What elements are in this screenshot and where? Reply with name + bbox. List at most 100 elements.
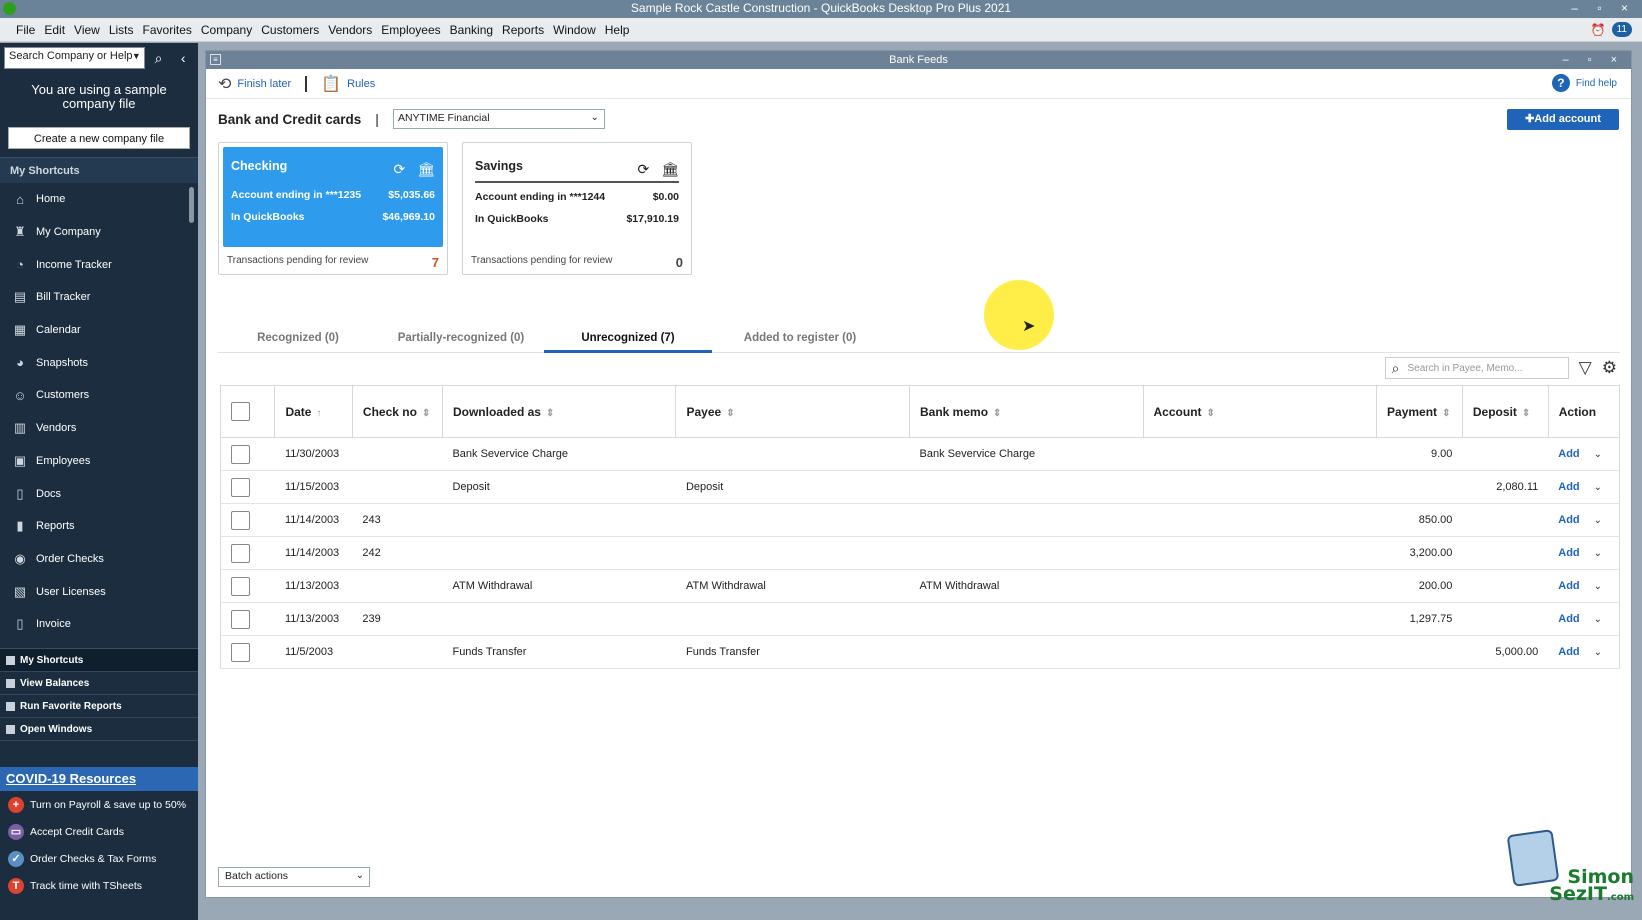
sidebar-link-favorite-reports[interactable]: Run Favorite Reports: [0, 695, 198, 718]
column-account[interactable]: Account ⇕: [1142, 385, 1378, 438]
menu-employees[interactable]: Employees: [381, 23, 440, 37]
column-payee[interactable]: Payee ⇕: [675, 385, 910, 438]
sidebar-item-income-tracker[interactable]: ◔ Income Tracker: [0, 248, 198, 281]
row-checkbox[interactable]: [231, 510, 250, 530]
account-card-savings[interactable]: Savings ⟳ 🏛 Account ending in ***1244 $0…: [462, 142, 692, 275]
column-bank-memo[interactable]: Bank memo ⇕: [909, 385, 1144, 438]
find-help-link[interactable]: ? Find help: [1551, 74, 1617, 92]
add-link[interactable]: Add: [1558, 613, 1579, 625]
promo-payroll[interactable]: + Turn on Payroll & save up to 50%: [0, 791, 198, 818]
alarm-clock-icon[interactable]: ⏰: [1591, 23, 1606, 37]
menu-reports[interactable]: Reports: [502, 23, 544, 37]
add-account-button[interactable]: ✚Add account: [1507, 109, 1619, 130]
shortcuts-scrollbar[interactable]: [189, 187, 194, 223]
cell-account[interactable]: [1143, 536, 1377, 570]
chevron-down-icon[interactable]: ⌄: [1594, 614, 1602, 625]
company-search-input[interactable]: Search Company or Help ▼: [4, 47, 145, 69]
tab-partially-recognized[interactable]: Partially-recognized (0): [378, 327, 544, 353]
cell-payee[interactable]: Funds Transfer: [675, 635, 910, 669]
menu-vendors[interactable]: Vendors: [328, 23, 372, 37]
add-link[interactable]: Add: [1558, 580, 1579, 592]
row-checkbox[interactable]: [231, 477, 250, 497]
sidebar-item-snapshots[interactable]: ◕ Snapshots: [0, 346, 198, 379]
chevron-down-icon[interactable]: ⌄: [1594, 548, 1602, 559]
batch-actions-select[interactable]: Batch actions ⌄: [218, 867, 370, 887]
menu-company[interactable]: Company: [201, 23, 252, 37]
sidebar-item-calendar[interactable]: ▦ Calendar: [0, 314, 198, 347]
chevron-down-icon[interactable]: ⌄: [1594, 581, 1602, 592]
cell-payee[interactable]: ATM Withdrawal: [675, 569, 910, 603]
menu-view[interactable]: View: [74, 23, 100, 37]
bank-icon[interactable]: 🏛: [417, 161, 435, 178]
sidebar-item-docs[interactable]: ▯ Docs: [0, 477, 198, 510]
add-link[interactable]: Add: [1558, 547, 1579, 559]
account-card-checking[interactable]: Checking ⟳ 🏛 Account ending in ***1235 $…: [218, 142, 448, 275]
sidebar-item-vendors[interactable]: ▥ Vendors: [0, 412, 198, 445]
bank-icon[interactable]: 🏛: [661, 161, 679, 178]
promo-tsheets[interactable]: T Track time with TSheets: [0, 872, 198, 899]
row-checkbox[interactable]: [231, 642, 250, 662]
column-payment[interactable]: Payment ⇕: [1376, 385, 1463, 438]
tab-unrecognized[interactable]: Unrecognized (7): [544, 327, 712, 353]
search-icon[interactable]: ⌕: [148, 47, 170, 69]
sidebar-link-my-shortcuts[interactable]: My Shortcuts: [0, 649, 198, 672]
cell-payee[interactable]: Deposit: [675, 470, 910, 504]
column-date[interactable]: Date ↑: [274, 385, 353, 438]
add-link[interactable]: Add: [1558, 646, 1579, 658]
table-row[interactable]: 11/13/2003 239 1,297.75 Add ⌄: [219, 602, 1621, 636]
cell-account[interactable]: [1143, 569, 1377, 603]
sidebar-link-view-balances[interactable]: View Balances: [0, 672, 198, 695]
table-row[interactable]: 11/14/2003 243 850.00 Add ⌄: [219, 503, 1621, 537]
table-row[interactable]: 11/15/2003 Deposit Deposit 2,080.11 Add ⌄: [219, 470, 1621, 504]
row-checkbox[interactable]: [231, 444, 250, 464]
table-row[interactable]: 11/5/2003 Funds Transfer Funds Transfer …: [219, 635, 1621, 669]
bank-feeds-window-controls[interactable]: – ▫ ×: [1562, 51, 1625, 69]
chevron-down-icon[interactable]: ⌄: [1594, 647, 1602, 658]
sidebar-item-home[interactable]: ⌂ Home: [0, 183, 198, 216]
chevron-down-icon[interactable]: ⌄: [1594, 449, 1602, 460]
chevron-down-icon[interactable]: ⌄: [1594, 482, 1602, 493]
tab-recognized[interactable]: Recognized (0): [218, 327, 378, 353]
create-company-button[interactable]: Create a new company file: [8, 127, 190, 149]
promo-order-checks[interactable]: ✓ Order Checks & Tax Forms: [0, 845, 198, 872]
column-deposit[interactable]: Deposit ⇕: [1461, 385, 1549, 438]
cell-account[interactable]: [1143, 602, 1377, 636]
tab-added-to-register[interactable]: Added to register (0): [712, 327, 888, 353]
promo-credit-cards[interactable]: ▭ Accept Credit Cards: [0, 818, 198, 845]
add-link[interactable]: Add: [1558, 448, 1579, 460]
cell-payee[interactable]: [675, 437, 910, 471]
cell-payee[interactable]: [675, 602, 910, 636]
cell-account[interactable]: [1143, 470, 1377, 504]
sidebar-item-bill-tracker[interactable]: ▤ Bill Tracker: [0, 281, 198, 314]
menu-favorites[interactable]: Favorites: [143, 23, 192, 37]
menu-customers[interactable]: Customers: [261, 23, 319, 37]
sidebar-item-customers[interactable]: ☺ Customers: [0, 379, 198, 412]
sidebar-item-invoice[interactable]: ▯ Invoice: [0, 608, 198, 641]
cell-payee[interactable]: [675, 536, 910, 570]
column-downloaded-as[interactable]: Downloaded as ⇕: [441, 385, 677, 438]
sidebar-item-order-checks[interactable]: ◉ Order Checks: [0, 543, 198, 576]
menu-edit[interactable]: Edit: [44, 23, 65, 37]
add-link[interactable]: Add: [1558, 481, 1579, 493]
chevron-down-icon[interactable]: ⌄: [1594, 515, 1602, 526]
finish-later-button[interactable]: ⟲ Finish later: [218, 74, 291, 94]
window-menu-icon[interactable]: ≡: [210, 54, 221, 65]
sidebar-item-reports[interactable]: ▮ Reports: [0, 510, 198, 543]
window-controls[interactable]: – ▫ ×: [1571, 0, 1636, 17]
table-row[interactable]: 11/30/2003 Bank Severvice Charge Bank Se…: [219, 437, 1621, 471]
rules-button[interactable]: 📋 Rules: [321, 74, 375, 94]
transaction-search-input[interactable]: ⌕ Search in Payee, Memo...: [1384, 357, 1569, 379]
chevron-down-icon[interactable]: ▼: [132, 51, 141, 61]
filter-icon[interactable]: ▽: [1579, 358, 1592, 378]
notification-badge[interactable]: 11: [1611, 22, 1632, 37]
sidebar-link-open-windows[interactable]: Open Windows: [0, 718, 198, 741]
row-checkbox[interactable]: [231, 543, 250, 563]
menu-lists[interactable]: Lists: [109, 23, 134, 37]
menu-banking[interactable]: Banking: [450, 23, 493, 37]
select-all-checkbox[interactable]: [231, 402, 250, 421]
add-link[interactable]: Add: [1558, 514, 1579, 526]
menu-window[interactable]: Window: [553, 23, 596, 37]
table-row[interactable]: 11/14/2003 242 3,200.00 Add ⌄: [219, 536, 1621, 570]
bank-select[interactable]: ANYTIME Financial ⌄: [392, 109, 605, 129]
cell-payee[interactable]: [675, 503, 910, 537]
